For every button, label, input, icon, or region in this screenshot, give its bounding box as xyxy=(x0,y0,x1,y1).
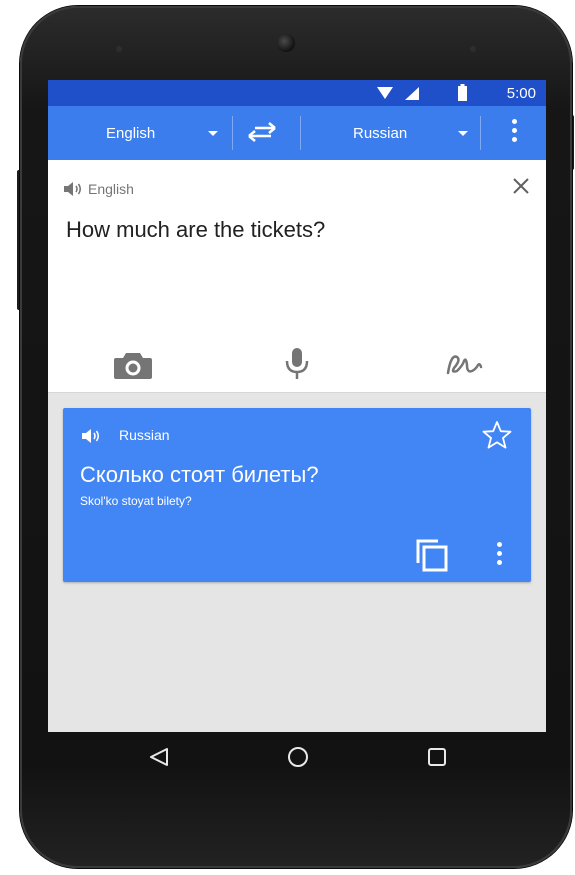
handwriting-icon[interactable] xyxy=(445,351,483,379)
microphone-icon[interactable] xyxy=(284,346,310,380)
status-time: 5:00 xyxy=(506,85,536,102)
divider xyxy=(232,116,233,150)
back-icon[interactable] xyxy=(148,746,170,768)
source-language-tag: English xyxy=(88,181,134,197)
wifi-icon xyxy=(377,87,393,99)
transliteration-text: Skol'ko stoyat bilety? xyxy=(80,494,192,508)
camera-icon[interactable] xyxy=(113,350,153,380)
star-icon[interactable] xyxy=(481,420,513,450)
home-icon[interactable] xyxy=(286,745,310,769)
translation-card: Russian Сколько стоят билеты? Skol'ko st… xyxy=(63,408,531,582)
target-language-tag: Russian xyxy=(119,427,170,443)
close-icon[interactable] xyxy=(512,177,530,195)
sensor-dot xyxy=(116,46,122,52)
copy-icon[interactable] xyxy=(413,538,451,572)
source-text-input[interactable]: How much are the tickets? xyxy=(66,217,325,243)
speaker-icon[interactable] xyxy=(63,181,83,197)
divider xyxy=(300,116,301,150)
speaker-icon[interactable] xyxy=(81,428,101,444)
navigation-bar xyxy=(0,732,575,792)
more-options-icon[interactable] xyxy=(489,542,509,572)
target-language-selector[interactable]: Russian xyxy=(353,106,473,160)
target-language-label: Russian xyxy=(353,124,408,142)
language-bar: English Russian xyxy=(48,106,546,160)
front-camera xyxy=(277,34,295,52)
battery-icon xyxy=(458,84,467,101)
recent-apps-icon[interactable] xyxy=(426,746,448,768)
translation-text[interactable]: Сколько стоят билеты? xyxy=(80,462,319,488)
divider xyxy=(480,116,481,150)
sensor-dot xyxy=(470,46,476,52)
chevron-down-icon xyxy=(458,131,468,136)
more-options-icon[interactable] xyxy=(504,119,524,149)
source-language-selector[interactable]: English xyxy=(106,106,224,160)
source-language-label: English xyxy=(106,124,156,142)
status-bar: 5:00 xyxy=(48,80,546,106)
device-mockup: 5:00 English Russian English How much ar… xyxy=(0,0,575,875)
chevron-down-icon xyxy=(208,131,218,136)
screen: 5:00 English Russian English How much ar… xyxy=(48,80,546,732)
swap-languages-icon[interactable] xyxy=(245,121,279,145)
cellular-signal-icon xyxy=(405,87,419,100)
